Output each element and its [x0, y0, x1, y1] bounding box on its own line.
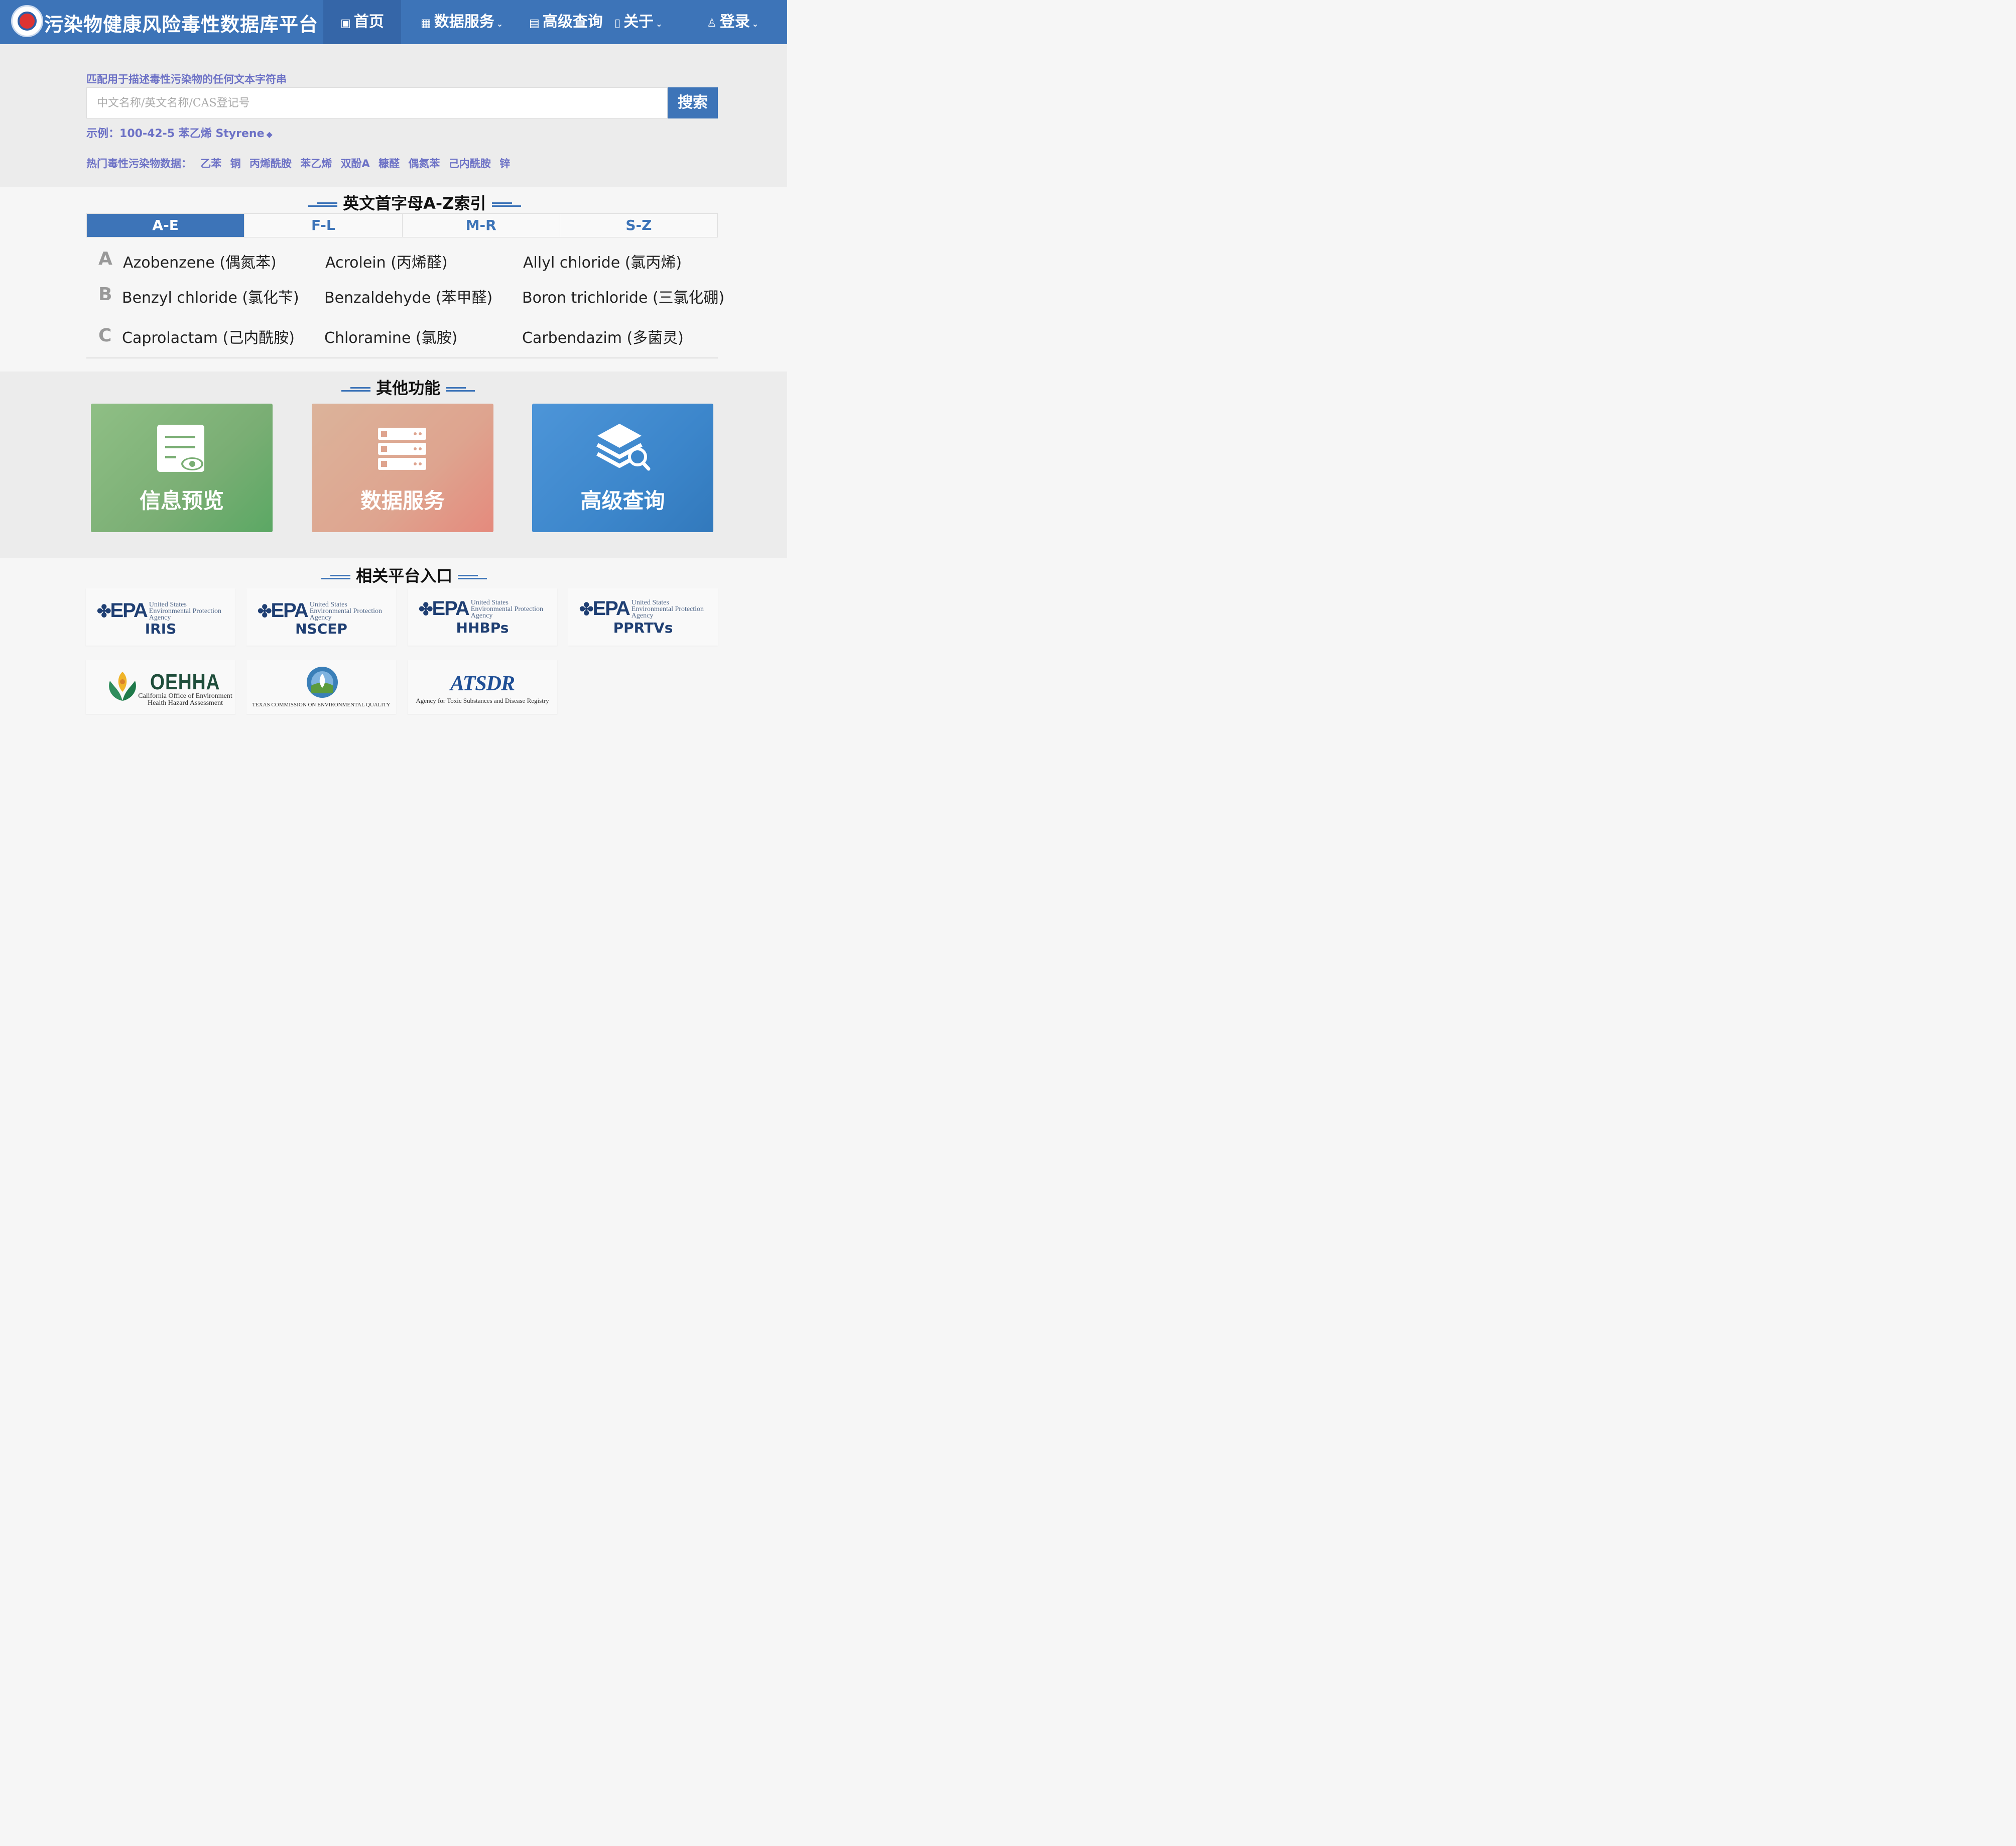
- platform-name: NSCEP: [295, 621, 347, 637]
- tab-m-r[interactable]: M-R: [402, 214, 560, 237]
- chevron-down-icon: ⌄: [751, 19, 759, 29]
- document-icon: ▯: [614, 17, 621, 30]
- hot-link[interactable]: 偶氮苯: [408, 158, 440, 170]
- title-decoration: [341, 386, 370, 392]
- nav-advanced-query[interactable]: ▤ 高级查询: [529, 0, 603, 44]
- epa-emblem-icon: ✤: [258, 602, 272, 621]
- oehha-subtitle: California Office of Environment Health H…: [138, 692, 232, 707]
- hot-link[interactable]: 丙烯酰胺: [249, 158, 292, 170]
- chemical-link[interactable]: Allyl chloride (氯丙烯): [523, 250, 682, 272]
- oehha-name: OEHHA: [150, 670, 220, 694]
- hot-link[interactable]: 己内酰胺: [449, 158, 491, 170]
- partner-oehha[interactable]: OEHHA California Office of Environment He…: [86, 660, 235, 714]
- layers-search-icon: [596, 424, 651, 471]
- atsdr-name: ATSDR: [450, 672, 515, 695]
- title-decoration: [446, 386, 475, 392]
- nav-about[interactable]: ▯ 关于 ⌄: [614, 0, 663, 44]
- tab-s-z[interactable]: S-Z: [560, 214, 717, 237]
- chemical-link[interactable]: Chloramine (氯胺): [324, 325, 457, 347]
- chemical-link[interactable]: Acrolein (丙烯醛): [325, 250, 448, 272]
- top-navbar: 污染物健康风险毒性数据库平台 ▣ 首页 ▦ 数据服务 ⌄ ▤ 高级查询 ▯ 关于 ⌄ ♙ 登录…: [0, 0, 787, 44]
- nav-data-service[interactable]: ▦ 数据服务 ⌄: [421, 0, 503, 44]
- server-icon: [378, 428, 426, 470]
- card-label: 数据服务: [360, 488, 445, 513]
- other-functions-title: 其他功能: [341, 376, 475, 399]
- tceq-name: TEXAS COMMISSION ON ENVIRONMENTAL QUALIT…: [252, 702, 391, 708]
- chemical-link[interactable]: Benzyl chloride (氯化苄): [122, 285, 299, 307]
- tceq-globe-icon: [307, 667, 338, 698]
- platform-name: IRIS: [145, 621, 177, 637]
- search-hint: 匹配用于描述毒性污染物的任何文本字符串: [86, 73, 287, 85]
- related-platforms-title: 相关平台入口: [321, 563, 487, 586]
- chemical-link[interactable]: Caprolactam (己内酰胺): [122, 325, 295, 347]
- chemical-link[interactable]: Azobenzene (偶氮苯): [123, 250, 277, 272]
- title-decoration: [458, 574, 487, 580]
- partner-epa-iris[interactable]: ✤EPA United States Environmental Protectio…: [86, 588, 235, 646]
- hot-link[interactable]: 苯乙烯: [300, 158, 332, 170]
- document-eye-icon: [157, 425, 204, 472]
- tab-f-l[interactable]: F-L: [244, 214, 403, 237]
- atsdr-subtitle: Agency for Toxic Substances and Disease …: [416, 697, 549, 704]
- index-letter: C: [98, 325, 112, 346]
- tab-a-e[interactable]: A-E: [87, 214, 245, 237]
- partner-epa-pprtvs[interactable]: ✤EPA United States Environmental Protectio…: [568, 588, 718, 646]
- site-logo[interactable]: [11, 5, 43, 37]
- epa-emblem-icon: ✤: [419, 600, 433, 619]
- platform-name: HHBPs: [456, 620, 509, 636]
- partner-epa-hhbps[interactable]: ✤EPA United States Environmental Protectio…: [408, 588, 557, 646]
- chevron-down-icon: ⌄: [496, 19, 503, 29]
- index-letter: B: [98, 284, 112, 305]
- nav-home[interactable]: ▣ 首页: [323, 0, 401, 44]
- search-input[interactable]: 中文名称/英文名称/CAS登记号: [86, 87, 668, 118]
- chemical-link[interactable]: Carbendazim (多菌灵): [522, 325, 684, 347]
- epa-subtitle: United States Environmental Protection Age…: [149, 601, 222, 622]
- grid-icon: ▦: [421, 17, 431, 30]
- search-button[interactable]: 搜索: [668, 87, 718, 118]
- chemical-link[interactable]: Benzaldehyde (苯甲醛): [324, 285, 492, 307]
- partner-epa-nscep[interactable]: ✤EPA United States Environmental Protectio…: [246, 588, 396, 646]
- oehha-leaf-icon: [109, 672, 136, 701]
- card-label: 信息预览: [139, 488, 224, 513]
- home-icon: ▣: [340, 17, 351, 30]
- data-service-card[interactable]: 数据服务: [312, 404, 493, 532]
- info-preview-card[interactable]: 信息预览: [91, 404, 273, 532]
- title-decoration: [308, 201, 337, 207]
- query-icon: ▤: [529, 17, 540, 30]
- epa-emblem-icon: ✤: [579, 600, 593, 619]
- epa-logo: ✤EPA: [419, 597, 470, 620]
- title-decoration: [321, 574, 350, 580]
- card-label: 高级查询: [580, 488, 665, 513]
- partner-tceq[interactable]: TEXAS COMMISSION ON ENVIRONMENTAL QUALIT…: [246, 660, 396, 714]
- hot-link[interactable]: 双酚A: [341, 158, 370, 170]
- title-decoration: [491, 201, 521, 207]
- diamond-icon: ◆: [266, 130, 273, 139]
- search-example: 示例：100-42-5 苯乙烯 Styrene ◆: [86, 128, 273, 140]
- chevron-down-icon: ⌄: [656, 19, 663, 29]
- advanced-query-card[interactable]: 高级查询: [532, 404, 713, 532]
- hot-link[interactable]: 锌: [499, 158, 510, 170]
- platform-name: PPRTVs: [613, 620, 673, 636]
- az-tabs: A-E F-L M-R S-Z: [86, 213, 718, 237]
- epa-subtitle: United States Environmental Protection Age…: [309, 601, 383, 622]
- hot-link[interactable]: 乙苯: [200, 158, 221, 170]
- epa-emblem-icon: ✤: [97, 602, 111, 621]
- section-divider: [86, 357, 718, 358]
- epa-logo: ✤EPA: [258, 599, 309, 622]
- az-index-title: 英文首字母A-Z索引: [308, 191, 521, 214]
- hot-link[interactable]: 铜: [230, 158, 241, 170]
- epa-subtitle: United States Environmental Protection Age…: [470, 599, 544, 620]
- epa-logo: ✤EPA: [97, 599, 148, 622]
- chemical-link[interactable]: Boron trichloride (三氯化硼): [522, 285, 724, 307]
- user-icon: ♙: [707, 17, 717, 30]
- example-link[interactable]: 100-42-5 苯乙烯 Styrene: [119, 128, 264, 140]
- epa-logo: ✤EPA: [579, 597, 631, 620]
- site-title[interactable]: 污染物健康风险毒性数据库平台: [44, 9, 318, 37]
- nav-login[interactable]: ♙ 登录 ⌄: [707, 0, 759, 44]
- index-letter: A: [98, 249, 112, 269]
- partner-atsdr[interactable]: ATSDR Agency for Toxic Substances and Di…: [408, 660, 557, 714]
- hot-link[interactable]: 糠醛: [379, 158, 400, 170]
- hot-pollutants: 热门毒性污染物数据： 乙苯 铜 丙烯酰胺 苯乙烯 双酚A 糠醛 偶氮苯 己内酰胺…: [86, 158, 511, 170]
- epa-subtitle: United States Environmental Protection Age…: [631, 599, 704, 620]
